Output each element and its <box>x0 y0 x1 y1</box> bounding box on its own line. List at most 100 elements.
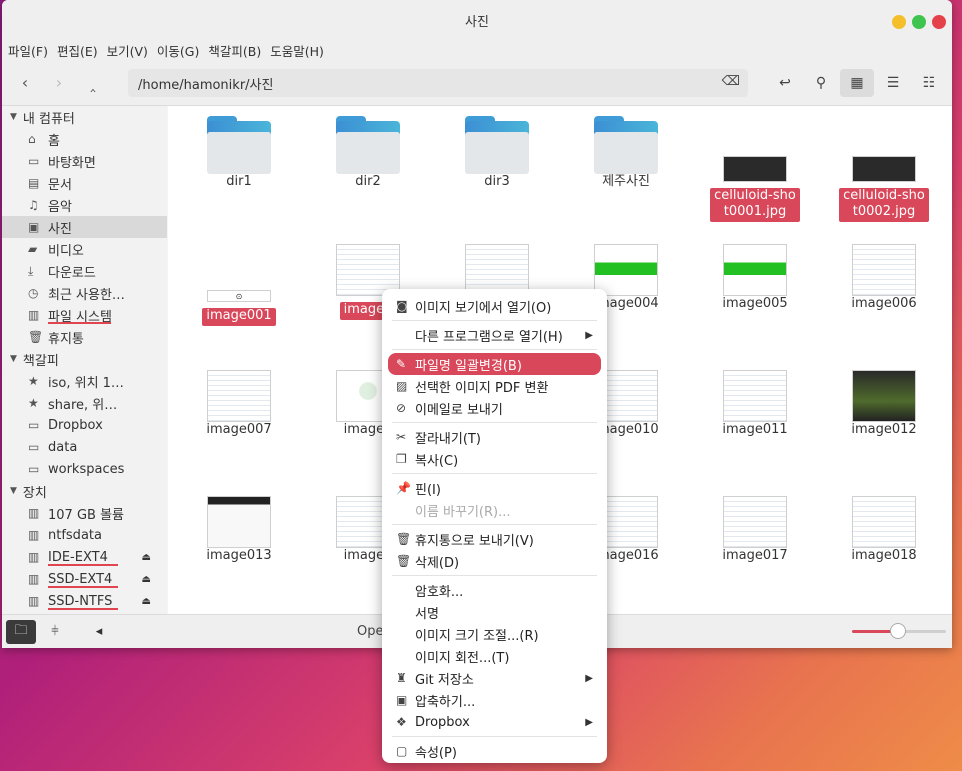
context-menu-item[interactable]: 다른 프로그램으로 열기(H) ▶ <box>382 324 607 346</box>
sidebar-section[interactable]: ▼ 책갈피 <box>2 348 167 370</box>
context-menu-item[interactable]: ◙ 이미지 보기에서 열기(O) <box>382 295 607 317</box>
up-icon[interactable]: ‸ <box>76 73 110 92</box>
context-menu-item[interactable]: ▣ 압축하기... <box>382 689 607 711</box>
context-menu-item[interactable]: 🗑 휴지통으로 보내기(V) <box>382 528 607 550</box>
tree-icon[interactable]: ⫩ <box>40 620 70 644</box>
context-menu-item[interactable]: ❖ Dropbox ▶ <box>382 711 607 733</box>
file-item[interactable] <box>442 240 552 296</box>
sidebar-item[interactable]: ▥ SSD-EXT4 ⏏ <box>2 568 167 590</box>
minimize-button[interactable] <box>892 15 906 29</box>
titlebar[interactable]: 사진 <box>2 0 952 40</box>
list-view-icon[interactable]: ☰ <box>876 69 910 97</box>
caret-down-icon[interactable]: ▼ <box>10 354 17 364</box>
sidebar-section[interactable]: ▼ 장치 <box>2 480 167 502</box>
sidebar-item[interactable]: ▤ 문서 <box>2 172 167 194</box>
file-item[interactable]: celluloid-shot0002.jpg <box>829 116 939 222</box>
context-menu-item[interactable]: 서명 <box>382 601 607 623</box>
sidebar-item[interactable]: ♫ 음악 <box>2 194 167 216</box>
caret-down-icon[interactable]: ▼ <box>10 486 17 496</box>
context-menu-item[interactable]: ♜ Git 저장소 ▶ <box>382 667 607 689</box>
sidebar-item[interactable]: 🗑 휴지통 <box>2 326 167 348</box>
sidebar-item-label: iso, 위치 1… <box>48 375 124 391</box>
context-menu-label: Dropbox <box>415 714 470 730</box>
eject-icon[interactable]: ⏏ <box>142 574 151 585</box>
sidebar-item[interactable]: ★ share, 위… <box>2 392 167 414</box>
folder-item[interactable]: dir2 <box>313 116 423 190</box>
context-menu-item[interactable]: ▨ 선택한 이미지 PDF 변환 <box>382 375 607 397</box>
file-item[interactable]: image018 <box>829 492 939 564</box>
sidebar-item[interactable]: ◷ 최근 사용한… <box>2 282 167 304</box>
context-menu-item[interactable]: ✎ 파일명 일괄변경(B) <box>388 353 601 375</box>
file-label-wrap: dir3 <box>442 174 552 190</box>
sidebar-item[interactable]: ▥ SSD-NTFS ⏏ <box>2 590 167 612</box>
hide-sidebar-icon[interactable]: ◂ <box>84 620 114 644</box>
icon-view-icon[interactable]: ▦ <box>840 69 874 97</box>
context-menu-item[interactable]: 📌 핀(I) <box>382 477 607 499</box>
cut-icon: ✂ <box>396 430 407 444</box>
folder-item[interactable]: 제주사진 <box>571 116 681 190</box>
sidebar-item[interactable]: ⤓ 다운로드 <box>2 260 167 282</box>
search-icon[interactable]: ⚲ <box>804 69 838 97</box>
compact-view-icon[interactable]: ☷ <box>912 69 946 97</box>
folder-item[interactable]: dir3 <box>442 116 552 190</box>
context-menu-item[interactable]: 이미지 크기 조절...(R) <box>382 623 607 645</box>
sidebar-item[interactable]: ▥ IDE-EXT4 ⏏ <box>2 546 167 568</box>
toggle-location-icon[interactable]: ↩ <box>768 69 802 97</box>
places-icon[interactable]: 🗀 <box>6 619 36 644</box>
menu-view[interactable]: 보기(V) <box>107 41 148 60</box>
sidebar-item[interactable]: ▭ workspaces <box>2 458 167 480</box>
sidebar-item[interactable]: ▭ 바탕화면 <box>2 150 167 172</box>
menu-go[interactable]: 이동(G) <box>157 41 199 60</box>
sidebar-item[interactable]: ★ iso, 위치 1… <box>2 370 167 392</box>
context-menu-item[interactable]: ⊘ 이메일로 보내기 <box>382 397 607 419</box>
picture-icon: ▣ <box>28 220 40 234</box>
folder-item[interactable]: dir1 <box>184 116 294 190</box>
sidebar-item[interactable]: ▰ 비디오 <box>2 238 167 260</box>
folder-icon: ▭ <box>28 440 40 454</box>
context-menu-item[interactable]: ❐ 복사(C) <box>382 448 607 470</box>
file-item[interactable]: celluloid-shot0001.jpg <box>700 116 810 222</box>
forward-icon[interactable]: › <box>42 73 76 92</box>
context-menu-label: 파일명 일괄변경(B) <box>415 358 522 374</box>
context-menu-item[interactable]: 암호화... <box>382 579 607 601</box>
sidebar-item[interactable]: ▥ ntfsdata <box>2 524 167 546</box>
location-bar[interactable]: /home/hamonikr/사진 ⌫ <box>128 69 748 97</box>
sidebar-item[interactable]: ⌂ 홈 <box>2 128 167 150</box>
sidebar-item[interactable]: ▭ Dropbox <box>2 414 167 436</box>
file-item[interactable]: image013 <box>184 492 294 564</box>
sidebar-item[interactable]: ▥ 파일 시스템 <box>2 304 167 326</box>
file-item[interactable]: ⊙ ActivityWatch image001 <box>184 240 294 326</box>
menu-edit[interactable]: 편집(E) <box>57 41 98 60</box>
file-name: image018 <box>851 548 917 563</box>
clear-icon[interactable]: ⌫ <box>722 74 740 89</box>
maximize-button[interactable] <box>912 15 926 29</box>
context-menu-item[interactable]: 이미지 회전...(T) <box>382 645 607 667</box>
file-item[interactable]: image017 <box>700 492 810 564</box>
image-viewer-icon: ◙ <box>396 299 408 313</box>
home-icon: ⌂ <box>28 132 36 146</box>
eject-icon[interactable]: ⏏ <box>142 552 151 563</box>
menu-help[interactable]: 도움말(H) <box>270 41 324 60</box>
caret-down-icon[interactable]: ▼ <box>10 112 17 122</box>
menu-bookmarks[interactable]: 책갈피(B) <box>208 41 261 60</box>
file-item[interactable]: image007 <box>184 366 294 438</box>
zoom-slider[interactable] <box>852 623 946 639</box>
sidebar-item-label: 사진 <box>48 221 72 237</box>
zoom-handle[interactable] <box>890 623 906 639</box>
context-menu-label: 이미지 크기 조절...(R) <box>415 628 539 644</box>
context-menu-item[interactable]: ✂ 잘라내기(T) <box>382 426 607 448</box>
file-item[interactable]: image011 <box>700 366 810 438</box>
file-item[interactable]: image006 <box>829 240 939 312</box>
file-item[interactable]: image012 <box>829 366 939 438</box>
context-menu-item[interactable]: ▢ 속성(P) <box>382 740 607 762</box>
back-icon[interactable]: ‹ <box>8 73 42 92</box>
menu-file[interactable]: 파일(F) <box>8 41 48 60</box>
sidebar-item[interactable]: ▥ 107 GB 볼륨 <box>2 502 167 524</box>
sidebar-item[interactable]: ▭ data <box>2 436 167 458</box>
eject-icon[interactable]: ⏏ <box>142 596 151 607</box>
close-button[interactable] <box>932 15 946 29</box>
file-item[interactable]: image005 <box>700 240 810 312</box>
context-menu-item[interactable]: 🗑 삭제(D) <box>382 550 607 572</box>
sidebar-item[interactable]: ▣ 사진 <box>2 216 167 238</box>
sidebar-section[interactable]: ▼ 내 컴퓨터 <box>2 106 167 128</box>
